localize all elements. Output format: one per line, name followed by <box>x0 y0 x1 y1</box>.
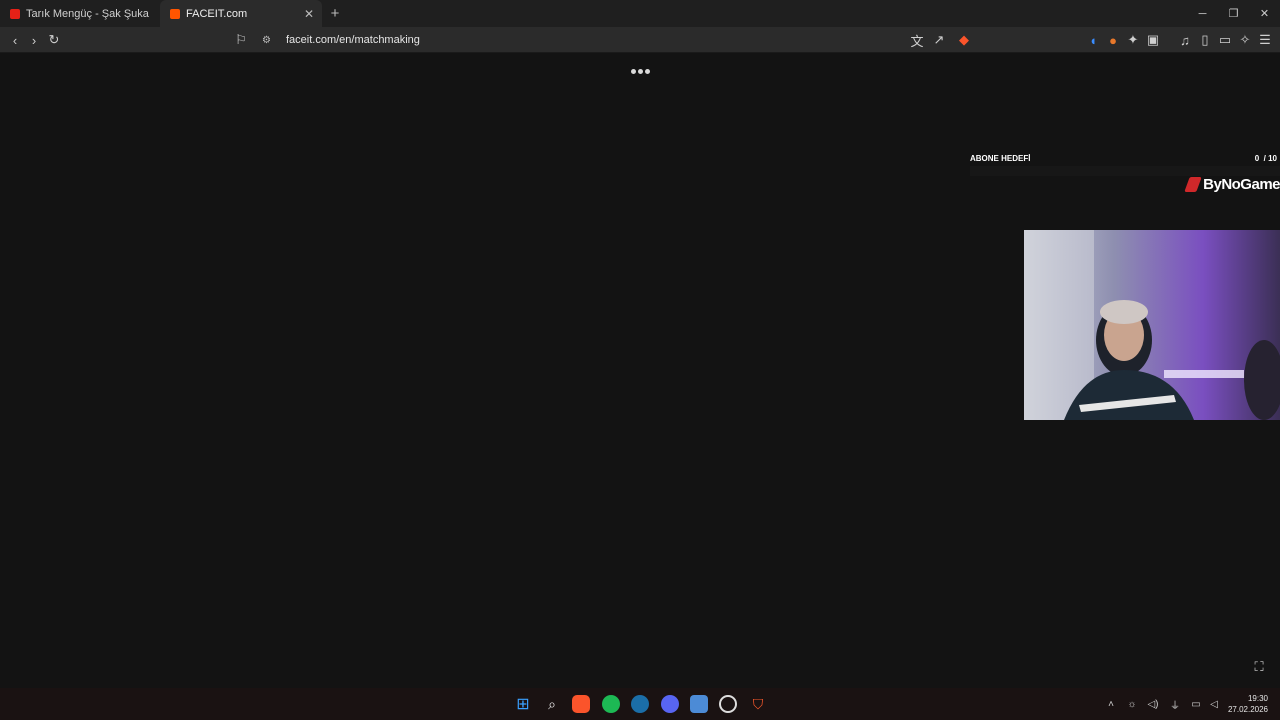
goal-progress-bar <box>970 166 1280 176</box>
tab-faceit[interactable]: FACEIT.com ✕ <box>160 0 322 27</box>
back-icon[interactable]: ‹ <box>6 31 24 49</box>
brand-slash-icon <box>1184 177 1202 192</box>
minimize-icon[interactable]: ─ <box>1187 0 1218 27</box>
speaker-icon[interactable]: ◁ <box>1207 697 1221 711</box>
site-info-icon[interactable]: ⚙ <box>262 35 276 46</box>
spotify-icon[interactable] <box>602 695 620 713</box>
share-icon[interactable]: ↗ <box>930 31 948 49</box>
discord-icon[interactable] <box>661 695 679 713</box>
faceit-icon <box>170 8 180 19</box>
extension-icon[interactable]: ● <box>1104 31 1122 49</box>
page-content: ABONE HEDEFİ 0 / 10 ByNoGame ⛶ <box>0 54 1280 688</box>
brave-shields-icon[interactable]: ◆ <box>955 31 973 49</box>
microphone-icon[interactable]: ⏚ <box>1168 697 1182 712</box>
close-tab-icon[interactable]: ✕ <box>304 7 314 21</box>
steam-icon[interactable] <box>631 695 649 713</box>
network-icon[interactable]: ▭ <box>1189 697 1203 711</box>
url-text: faceit.com/en/matchmaking <box>286 34 420 46</box>
faceit-ac-icon[interactable]: ⛉ <box>749 695 767 713</box>
restore-icon[interactable]: ❐ <box>1218 0 1249 27</box>
sidebar-icon[interactable]: ▯ <box>1196 31 1214 49</box>
search-icon[interactable]: ⌕ <box>543 695 561 713</box>
wallet-icon[interactable]: ▭ <box>1216 31 1234 49</box>
subscriber-goal-overlay: ABONE HEDEFİ 0 / 10 <box>970 154 1280 176</box>
translate-icon[interactable]: 文 <box>908 31 926 49</box>
webcam-image <box>1024 230 1280 420</box>
obs-icon[interactable] <box>719 695 737 713</box>
tab-title: Tarık Mengüç - Şak Şuka - YouTube <box>26 7 152 20</box>
goal-count: 0 / 10 <box>1254 154 1277 163</box>
window-controls: ─ ❐ ✕ <box>1187 0 1280 27</box>
bookmark-icon[interactable]: ⚐ <box>232 31 250 49</box>
youtube-icon <box>10 8 20 19</box>
menu-icon[interactable]: ☰ <box>1256 31 1274 49</box>
loading-dot <box>645 69 650 74</box>
goal-label: ABONE HEDEFİ <box>970 154 1031 163</box>
loading-dot <box>638 69 643 74</box>
loading-dot <box>631 69 636 74</box>
clock-date: 27.02.2026 <box>1227 705 1268 714</box>
brand-logo: ByNoGame <box>1184 176 1280 193</box>
leo-ai-icon[interactable]: ✧ <box>1236 31 1254 49</box>
clock-time: 19:30 <box>1247 694 1268 703</box>
address-bar[interactable]: ⚙ faceit.com/en/matchmaking <box>258 29 980 51</box>
tab-title: FACEIT.com <box>186 7 248 20</box>
tab-bar: Tarık Mengüç - Şak Şuka - YouTube FACEIT… <box>0 0 1280 27</box>
browser-toolbar: ‹ › ↻ ⚐ ⚙ faceit.com/en/matchmaking 文 ↗ … <box>0 27 1280 53</box>
show-hidden-icons[interactable]: ˄ <box>1104 697 1118 711</box>
brand-name: ByNoGame <box>1203 176 1280 193</box>
brave-icon[interactable] <box>572 695 590 713</box>
media-icon[interactable]: ♫ <box>1176 31 1194 49</box>
volume-icon[interactable]: ◁) <box>1146 697 1160 711</box>
reload-icon[interactable]: ↻ <box>45 31 63 49</box>
network-app-icon[interactable] <box>690 695 708 713</box>
new-tab-button[interactable]: + <box>322 0 348 27</box>
extensions-icon[interactable]: ✦ <box>1124 31 1142 49</box>
windows-start-icon[interactable]: ⊞ <box>514 695 532 713</box>
webcam-overlay <box>1024 230 1280 420</box>
forward-icon[interactable]: › <box>25 31 43 49</box>
close-window-icon[interactable]: ✕ <box>1249 0 1280 27</box>
system-clock[interactable]: 19:30 27.02.2026 <box>1228 693 1268 715</box>
tab-youtube[interactable]: Tarık Mengüç - Şak Şuka - YouTube <box>0 0 160 27</box>
loading-indicator <box>631 69 650 74</box>
taskbar: ⊞ ⌕ ⛉ ˄ ☼ ◁) ⏚ ▭ ◁ 19:30 27.02.2026 <box>0 688 1280 720</box>
audio-icon[interactable]: ◖ <box>1084 31 1102 49</box>
screenshot-icon[interactable]: ▣ <box>1144 31 1162 49</box>
brightness-icon[interactable]: ☼ <box>1125 697 1139 711</box>
overlay-widget-icon[interactable]: ⛶ <box>1250 658 1268 676</box>
